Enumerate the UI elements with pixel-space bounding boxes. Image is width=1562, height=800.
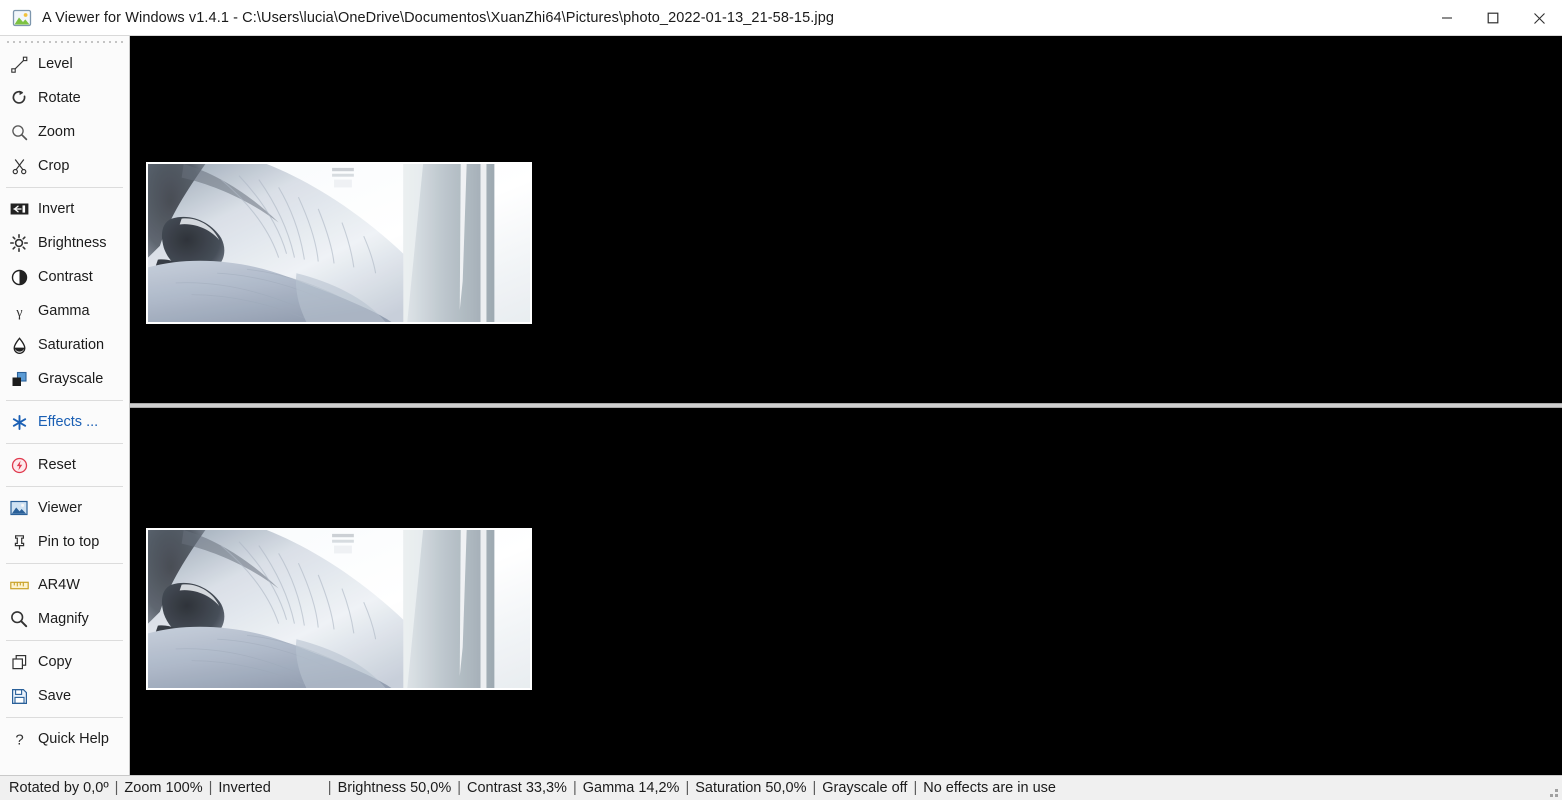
preview-image-pane[interactable] bbox=[130, 408, 1562, 775]
original-image-pane[interactable] bbox=[130, 36, 1562, 403]
sun-icon bbox=[9, 233, 29, 253]
sidebar-separator bbox=[6, 400, 123, 401]
sidebar-separator bbox=[6, 443, 123, 444]
pin-icon bbox=[9, 532, 29, 552]
sidebar-separator bbox=[6, 563, 123, 564]
sidebar-item-label: Pin to top bbox=[38, 533, 100, 550]
status-effects: No effects are in use bbox=[923, 780, 1056, 796]
gamma-icon: γ bbox=[9, 301, 29, 321]
sidebar-separator bbox=[6, 486, 123, 487]
minimize-icon[interactable] bbox=[1424, 0, 1470, 36]
image-thumbnail-original[interactable] bbox=[146, 162, 532, 324]
sidebar-item-label: Effects ... bbox=[38, 413, 99, 430]
sidebar-item-label: Crop bbox=[38, 157, 70, 174]
rotate-icon bbox=[9, 88, 29, 108]
sidebar-separator bbox=[6, 717, 123, 718]
sidebar-item-reset[interactable]: Reset bbox=[0, 448, 129, 482]
sidebar-item-label: Level bbox=[38, 55, 73, 72]
copy-icon bbox=[9, 652, 29, 672]
viewer-area bbox=[130, 36, 1562, 775]
image-viewer-window: A Viewer for Windows v1.4.1 - C:\Users\l… bbox=[0, 0, 1562, 800]
sidebar-item-brightness[interactable]: Brightness bbox=[0, 226, 129, 260]
sidebar-item-label: Invert bbox=[38, 200, 75, 217]
sidebar-item-invert[interactable]: Invert bbox=[0, 192, 129, 226]
sidebar-item-rotate[interactable]: Rotate bbox=[0, 81, 129, 115]
sidebar-item-label: Rotate bbox=[38, 89, 81, 106]
sidebar-item-grayscale[interactable]: Grayscale bbox=[0, 362, 129, 396]
status-rotated: Rotated by 0,0º bbox=[9, 780, 109, 796]
status-saturation: Saturation 50,0% bbox=[695, 780, 807, 796]
viewer-image-icon bbox=[9, 498, 29, 518]
sidebar-item-label: Contrast bbox=[38, 268, 93, 285]
sidebar-item-copy[interactable]: Copy bbox=[0, 645, 129, 679]
drag-handle[interactable] bbox=[0, 36, 129, 47]
status-grayscale: Grayscale off bbox=[822, 780, 908, 796]
sidebar-item-label: Saturation bbox=[38, 336, 105, 353]
magnifier-icon bbox=[9, 122, 29, 142]
sidebar-item-magnify[interactable]: Magnify bbox=[0, 602, 129, 636]
tools-sidebar: Level Rotate Zoom Crop Invert Brightness… bbox=[0, 36, 130, 775]
sidebar-item-pin-to-top[interactable]: Pin to top bbox=[0, 525, 129, 559]
picture-icon bbox=[12, 8, 32, 28]
magnifier-icon bbox=[9, 609, 29, 629]
maximize-icon[interactable] bbox=[1470, 0, 1516, 36]
sidebar-separator bbox=[6, 187, 123, 188]
sidebar-item-label: Brightness bbox=[38, 234, 107, 251]
status-contrast: Contrast 33,3% bbox=[467, 780, 567, 796]
sidebar-item-label: Gamma bbox=[38, 302, 90, 319]
asterisk-icon bbox=[9, 412, 29, 432]
sidebar-item-label: Quick Help bbox=[38, 730, 109, 747]
sidebar-item-quick-help[interactable]: ? Quick Help bbox=[0, 722, 129, 756]
status-bar: Rotated by 0,0º | Zoom 100% | Inverted |… bbox=[0, 775, 1562, 800]
svg-text:γ: γ bbox=[15, 305, 22, 320]
sidebar-item-label: AR4W bbox=[38, 576, 80, 593]
squares-icon bbox=[9, 369, 29, 389]
level-line-icon bbox=[9, 54, 29, 74]
status-brightness: Brightness 50,0% bbox=[337, 780, 452, 796]
image-thumbnail-preview[interactable] bbox=[146, 528, 532, 690]
question-mark-icon: ? bbox=[9, 729, 29, 749]
resize-grip[interactable] bbox=[1546, 785, 1558, 797]
sidebar-item-ar4w[interactable]: AR4W bbox=[0, 568, 129, 602]
floppy-disk-icon bbox=[9, 686, 29, 706]
sidebar-separator bbox=[6, 640, 123, 641]
sidebar-item-viewer[interactable]: Viewer bbox=[0, 491, 129, 525]
sidebar-item-label: Grayscale bbox=[38, 370, 104, 387]
ruler-icon bbox=[9, 575, 29, 595]
sidebar-item-label: Zoom bbox=[38, 123, 76, 140]
contrast-circle-icon bbox=[9, 267, 29, 287]
status-zoom: Zoom 100% bbox=[124, 780, 203, 796]
sidebar-item-label: Magnify bbox=[38, 610, 89, 627]
window-controls bbox=[1424, 0, 1562, 36]
sidebar-item-label: Viewer bbox=[38, 499, 83, 516]
sidebar-item-crop[interactable]: Crop bbox=[0, 149, 129, 183]
invert-icon bbox=[9, 199, 29, 219]
sidebar-item-contrast[interactable]: Contrast bbox=[0, 260, 129, 294]
sidebar-item-label: Reset bbox=[38, 456, 76, 473]
sidebar-item-label: Save bbox=[38, 687, 72, 704]
sidebar-item-effects[interactable]: Effects ... bbox=[0, 405, 129, 439]
sidebar-item-level[interactable]: Level bbox=[0, 47, 129, 81]
reset-bolt-icon bbox=[9, 455, 29, 475]
sidebar-item-saturation[interactable]: Saturation bbox=[0, 328, 129, 362]
sidebar-item-label: Copy bbox=[38, 653, 72, 670]
window-body: Level Rotate Zoom Crop Invert Brightness… bbox=[0, 36, 1562, 775]
droplet-icon bbox=[9, 335, 29, 355]
window-title: A Viewer for Windows v1.4.1 - C:\Users\l… bbox=[42, 9, 835, 26]
title-bar[interactable]: A Viewer for Windows v1.4.1 - C:\Users\l… bbox=[0, 0, 1562, 36]
sidebar-item-zoom[interactable]: Zoom bbox=[0, 115, 129, 149]
svg-text:?: ? bbox=[15, 731, 23, 748]
sidebar-item-gamma[interactable]: γ Gamma bbox=[0, 294, 129, 328]
status-gamma: Gamma 14,2% bbox=[582, 780, 680, 796]
close-icon[interactable] bbox=[1516, 0, 1562, 36]
status-inverted: Inverted bbox=[218, 780, 271, 796]
sidebar-item-save[interactable]: Save bbox=[0, 679, 129, 713]
scissors-icon bbox=[9, 156, 29, 176]
